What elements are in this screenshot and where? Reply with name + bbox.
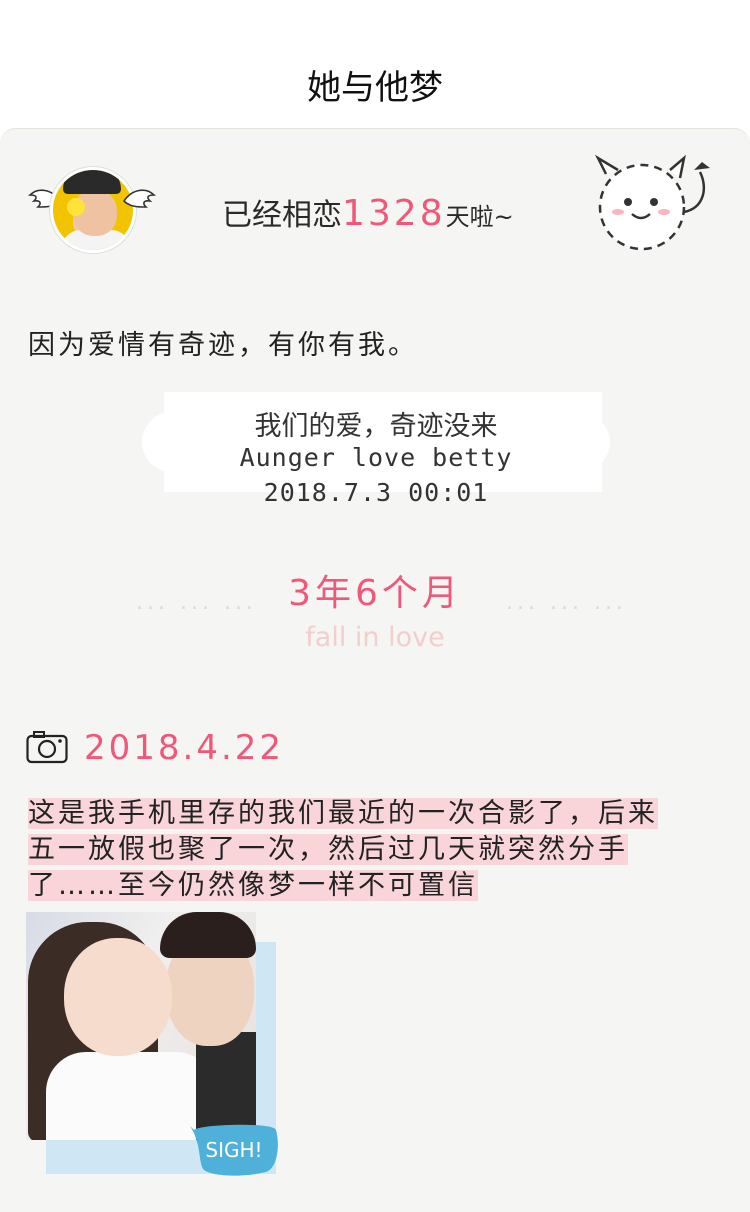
love-duration: 3年6个月: [288, 573, 462, 614]
avatar-group[interactable]: [28, 165, 158, 260]
counter-prefix: 已经相恋: [222, 198, 342, 233]
entry-line: 了……至今仍然像梦一样不可置信: [28, 870, 478, 901]
entry-line: 这是我手机里存的我们最近的一次合影了，后来: [28, 798, 658, 829]
love-quote: 因为爱情有奇迹，有你有我。: [28, 330, 418, 361]
days-together-counter: 已经相恋1328天啦~: [222, 190, 514, 234]
fall-in-love-subtitle: fall in love: [305, 622, 445, 653]
cloud-message: 我们的爱，奇迹没来: [254, 411, 498, 442]
sigh-sticker: SIGH!: [190, 1124, 278, 1176]
angel-wing-icon: [122, 189, 156, 208]
counter-days: 1328: [342, 193, 446, 234]
entry-line: 五一放假也聚了一次，然后过几天就突然分手: [28, 834, 628, 865]
camera-icon: [26, 731, 68, 764]
divider-dots-right: ... ... ...: [506, 590, 627, 615]
svg-text:SIGH!: SIGH!: [205, 1138, 262, 1162]
top-bar: 她与他梦: [0, 0, 750, 128]
cloud-names: Aunger love betty: [239, 443, 513, 472]
entry-text: 这是我手机里存的我们最近的一次合影了，后来 五一放假也聚了一次，然后过几天就突然…: [28, 796, 708, 904]
couple-photo[interactable]: [26, 912, 256, 1140]
page-title: 她与他梦: [307, 68, 443, 108]
counter-suffix: 天啦~: [445, 203, 514, 231]
cloud-timestamp: 2018.7.3 00:01: [263, 478, 489, 507]
devil-mascot-icon: [594, 154, 710, 251]
entry-date: 2018.4.22: [84, 728, 285, 768]
